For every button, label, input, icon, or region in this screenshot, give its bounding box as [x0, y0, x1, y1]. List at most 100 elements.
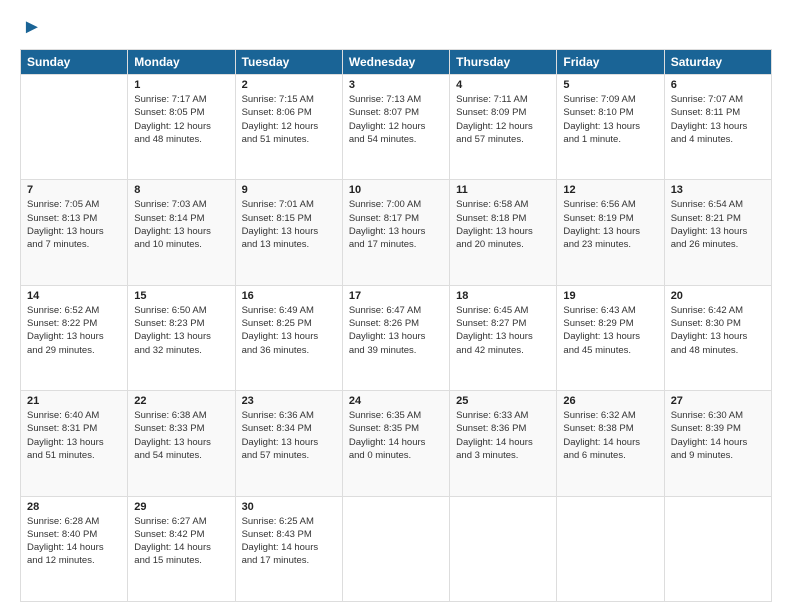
- day-number: 8: [134, 184, 228, 196]
- day-info: Sunrise: 7:11 AM Sunset: 8:09 PM Dayligh…: [456, 93, 550, 146]
- calendar-table: SundayMondayTuesdayWednesdayThursdayFrid…: [20, 49, 772, 602]
- day-number: 10: [349, 184, 443, 196]
- day-info: Sunrise: 6:27 AM Sunset: 8:42 PM Dayligh…: [134, 515, 228, 568]
- logo-arrow-icon: ►: [22, 16, 42, 39]
- day-cell: 5 Sunrise: 7:09 AM Sunset: 8:10 PM Daylig…: [557, 75, 664, 180]
- day-cell: 20 Sunrise: 6:42 AM Sunset: 8:30 PM Dayli…: [664, 285, 771, 390]
- day-number: 23: [242, 395, 336, 407]
- day-cell: 24 Sunrise: 6:35 AM Sunset: 8:35 PM Dayli…: [342, 391, 449, 496]
- day-info: Sunrise: 6:32 AM Sunset: 8:38 PM Dayligh…: [563, 409, 657, 462]
- day-info: Sunrise: 6:54 AM Sunset: 8:21 PM Dayligh…: [671, 198, 765, 251]
- day-number: 15: [134, 290, 228, 302]
- day-info: Sunrise: 6:42 AM Sunset: 8:30 PM Dayligh…: [671, 304, 765, 357]
- day-number: 24: [349, 395, 443, 407]
- day-cell: 10 Sunrise: 7:00 AM Sunset: 8:17 PM Dayli…: [342, 180, 449, 285]
- day-info: Sunrise: 6:25 AM Sunset: 8:43 PM Dayligh…: [242, 515, 336, 568]
- col-header-thursday: Thursday: [450, 50, 557, 75]
- day-cell: 1Sunrise: 7:17 AM Sunset: 8:05 PM Daylig…: [128, 75, 235, 180]
- day-cell: 9Sunrise: 7:01 AM Sunset: 8:15 PM Daylig…: [235, 180, 342, 285]
- day-info: Sunrise: 6:45 AM Sunset: 8:27 PM Dayligh…: [456, 304, 550, 357]
- day-info: Sunrise: 6:49 AM Sunset: 8:25 PM Dayligh…: [242, 304, 336, 357]
- day-number: 13: [671, 184, 765, 196]
- day-cell: 4 Sunrise: 7:11 AM Sunset: 8:09 PM Daylig…: [450, 75, 557, 180]
- week-row-2: 7 Sunrise: 7:05 AM Sunset: 8:13 PM Daylig…: [21, 180, 772, 285]
- day-info: Sunrise: 6:33 AM Sunset: 8:36 PM Dayligh…: [456, 409, 550, 462]
- day-info: Sunrise: 6:28 AM Sunset: 8:40 PM Dayligh…: [27, 515, 121, 568]
- day-info: Sunrise: 7:00 AM Sunset: 8:17 PM Dayligh…: [349, 198, 443, 251]
- day-cell: [342, 496, 449, 601]
- day-info: Sunrise: 7:15 AM Sunset: 8:06 PM Dayligh…: [242, 93, 336, 146]
- day-number: 18: [456, 290, 550, 302]
- day-info: Sunrise: 6:47 AM Sunset: 8:26 PM Dayligh…: [349, 304, 443, 357]
- day-number: 19: [563, 290, 657, 302]
- day-info: Sunrise: 6:43 AM Sunset: 8:29 PM Dayligh…: [563, 304, 657, 357]
- day-cell: 23Sunrise: 6:36 AM Sunset: 8:34 PM Dayli…: [235, 391, 342, 496]
- day-cell: 29 Sunrise: 6:27 AM Sunset: 8:42 PM Dayli…: [128, 496, 235, 601]
- day-info: Sunrise: 6:56 AM Sunset: 8:19 PM Dayligh…: [563, 198, 657, 251]
- day-cell: 6Sunrise: 7:07 AM Sunset: 8:11 PM Daylig…: [664, 75, 771, 180]
- day-number: 6: [671, 79, 765, 91]
- day-number: 14: [27, 290, 121, 302]
- day-cell: 7 Sunrise: 7:05 AM Sunset: 8:13 PM Daylig…: [21, 180, 128, 285]
- col-header-tuesday: Tuesday: [235, 50, 342, 75]
- day-cell: 25 Sunrise: 6:33 AM Sunset: 8:36 PM Dayli…: [450, 391, 557, 496]
- col-header-friday: Friday: [557, 50, 664, 75]
- day-number: 3: [349, 79, 443, 91]
- day-cell: 28 Sunrise: 6:28 AM Sunset: 8:40 PM Dayli…: [21, 496, 128, 601]
- day-number: 22: [134, 395, 228, 407]
- day-number: 5: [563, 79, 657, 91]
- day-info: Sunrise: 7:05 AM Sunset: 8:13 PM Dayligh…: [27, 198, 121, 251]
- col-header-wednesday: Wednesday: [342, 50, 449, 75]
- day-cell: 3 Sunrise: 7:13 AM Sunset: 8:07 PM Daylig…: [342, 75, 449, 180]
- day-number: 28: [27, 501, 121, 513]
- day-number: 7: [27, 184, 121, 196]
- day-cell: [450, 496, 557, 601]
- day-cell: 16 Sunrise: 6:49 AM Sunset: 8:25 PM Dayli…: [235, 285, 342, 390]
- day-number: 26: [563, 395, 657, 407]
- day-cell: [557, 496, 664, 601]
- day-cell: 30 Sunrise: 6:25 AM Sunset: 8:43 PM Dayli…: [235, 496, 342, 601]
- week-row-5: 28 Sunrise: 6:28 AM Sunset: 8:40 PM Dayli…: [21, 496, 772, 601]
- day-info: Sunrise: 6:50 AM Sunset: 8:23 PM Dayligh…: [134, 304, 228, 357]
- header: ►: [20, 16, 772, 39]
- day-info: Sunrise: 7:13 AM Sunset: 8:07 PM Dayligh…: [349, 93, 443, 146]
- day-cell: 22 Sunrise: 6:38 AM Sunset: 8:33 PM Dayli…: [128, 391, 235, 496]
- day-number: 20: [671, 290, 765, 302]
- logo: ►: [20, 16, 42, 39]
- day-number: 29: [134, 501, 228, 513]
- col-header-sunday: Sunday: [21, 50, 128, 75]
- day-cell: 12Sunrise: 6:56 AM Sunset: 8:19 PM Dayli…: [557, 180, 664, 285]
- day-number: 25: [456, 395, 550, 407]
- col-header-saturday: Saturday: [664, 50, 771, 75]
- calendar-header-row: SundayMondayTuesdayWednesdayThursdayFrid…: [21, 50, 772, 75]
- day-number: 17: [349, 290, 443, 302]
- day-number: 11: [456, 184, 550, 196]
- day-number: 30: [242, 501, 336, 513]
- day-number: 27: [671, 395, 765, 407]
- day-info: Sunrise: 7:01 AM Sunset: 8:15 PM Dayligh…: [242, 198, 336, 251]
- day-info: Sunrise: 6:30 AM Sunset: 8:39 PM Dayligh…: [671, 409, 765, 462]
- day-info: Sunrise: 7:09 AM Sunset: 8:10 PM Dayligh…: [563, 93, 657, 146]
- day-cell: 8Sunrise: 7:03 AM Sunset: 8:14 PM Daylig…: [128, 180, 235, 285]
- day-cell: 18 Sunrise: 6:45 AM Sunset: 8:27 PM Dayli…: [450, 285, 557, 390]
- day-cell: 11 Sunrise: 6:58 AM Sunset: 8:18 PM Dayli…: [450, 180, 557, 285]
- day-cell: 26 Sunrise: 6:32 AM Sunset: 8:38 PM Dayli…: [557, 391, 664, 496]
- day-info: Sunrise: 6:35 AM Sunset: 8:35 PM Dayligh…: [349, 409, 443, 462]
- day-number: 2: [242, 79, 336, 91]
- day-info: Sunrise: 6:58 AM Sunset: 8:18 PM Dayligh…: [456, 198, 550, 251]
- day-number: 16: [242, 290, 336, 302]
- day-cell: 27 Sunrise: 6:30 AM Sunset: 8:39 PM Dayli…: [664, 391, 771, 496]
- week-row-1: 1Sunrise: 7:17 AM Sunset: 8:05 PM Daylig…: [21, 75, 772, 180]
- day-number: 4: [456, 79, 550, 91]
- col-header-monday: Monday: [128, 50, 235, 75]
- day-cell: 17 Sunrise: 6:47 AM Sunset: 8:26 PM Dayli…: [342, 285, 449, 390]
- day-cell: 13 Sunrise: 6:54 AM Sunset: 8:21 PM Dayli…: [664, 180, 771, 285]
- page: ► SundayMondayTuesdayWednesdayThursdayFr…: [0, 0, 792, 612]
- week-row-3: 14Sunrise: 6:52 AM Sunset: 8:22 PM Dayli…: [21, 285, 772, 390]
- day-info: Sunrise: 6:38 AM Sunset: 8:33 PM Dayligh…: [134, 409, 228, 462]
- day-info: Sunrise: 7:17 AM Sunset: 8:05 PM Dayligh…: [134, 93, 228, 146]
- day-cell: 21Sunrise: 6:40 AM Sunset: 8:31 PM Dayli…: [21, 391, 128, 496]
- day-cell: [664, 496, 771, 601]
- day-cell: 19 Sunrise: 6:43 AM Sunset: 8:29 PM Dayli…: [557, 285, 664, 390]
- day-info: Sunrise: 6:40 AM Sunset: 8:31 PM Dayligh…: [27, 409, 121, 462]
